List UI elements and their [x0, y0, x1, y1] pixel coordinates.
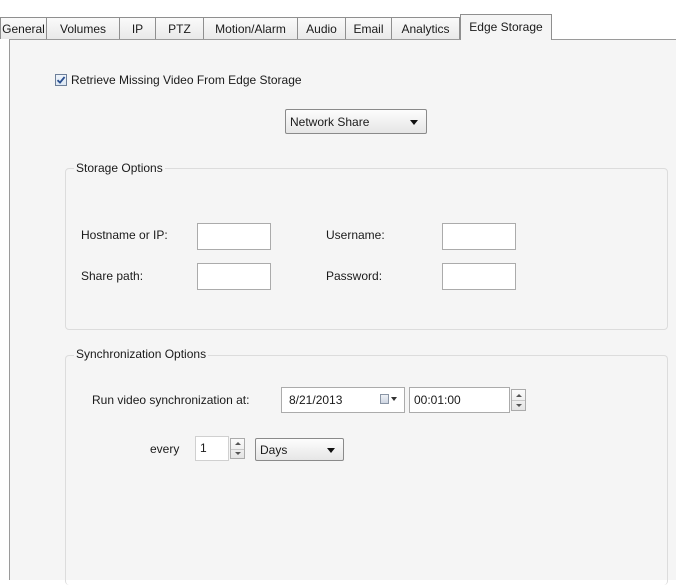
tab-bar: General Volumes IP PTZ Motion/Alarm Audi…	[0, 14, 676, 40]
tab-volumes[interactable]: Volumes	[46, 17, 119, 39]
tab-audio[interactable]: Audio	[297, 17, 345, 39]
chevron-down-icon	[327, 447, 335, 453]
storage-options-title: Storage Options	[74, 161, 165, 175]
sync-options-title: Synchronization Options	[74, 347, 209, 361]
tab-ip[interactable]: IP	[119, 17, 155, 39]
username-field[interactable]	[442, 223, 516, 250]
tab-general[interactable]: General	[0, 17, 46, 39]
storage-type-selected: Network Share	[290, 114, 370, 129]
interval-field[interactable]: 1	[195, 436, 229, 461]
storage-options-group	[65, 168, 668, 330]
sync-date-picker[interactable]: 8/21/2013	[281, 387, 405, 413]
tab-edge-storage[interactable]: Edge Storage	[460, 14, 552, 40]
share-path-label: Share path:	[81, 269, 144, 283]
tab-analytics[interactable]: Analytics	[391, 17, 460, 39]
password-field[interactable]	[442, 263, 516, 290]
tab-email[interactable]: Email	[345, 17, 391, 39]
storage-type-dropdown[interactable]: Network Share	[285, 109, 427, 134]
spin-down-icon[interactable]	[231, 449, 244, 459]
tab-ptz[interactable]: PTZ	[155, 17, 203, 39]
hostname-label: Hostname or IP:	[81, 228, 168, 242]
every-label: every	[150, 442, 180, 456]
interval-unit-selected: Days	[260, 442, 288, 457]
username-label: Username:	[326, 228, 385, 242]
checkmark-icon	[56, 76, 66, 84]
retrieve-checkbox-label: Retrieve Missing Video From Edge Storage	[71, 73, 302, 87]
checkbox-box[interactable]	[55, 74, 67, 86]
calendar-icon[interactable]	[380, 394, 397, 404]
tab-motion-alarm[interactable]: Motion/Alarm	[203, 17, 297, 39]
retrieve-missing-video-checkbox[interactable]: Retrieve Missing Video From Edge Storage	[55, 71, 302, 89]
chevron-down-icon	[410, 119, 418, 125]
sync-time-field[interactable]: 00:01:00	[409, 387, 510, 413]
sync-date-value: 8/21/2013	[289, 393, 343, 407]
share-path-field[interactable]	[197, 263, 271, 290]
hostname-field[interactable]	[197, 223, 271, 250]
interval-spinner[interactable]	[230, 438, 245, 459]
password-label: Password:	[326, 269, 383, 283]
spin-down-icon[interactable]	[512, 400, 525, 410]
run-sync-label: Run video synchronization at:	[92, 393, 250, 407]
time-spinner[interactable]	[511, 389, 526, 411]
interval-unit-dropdown[interactable]: Days	[255, 438, 344, 461]
